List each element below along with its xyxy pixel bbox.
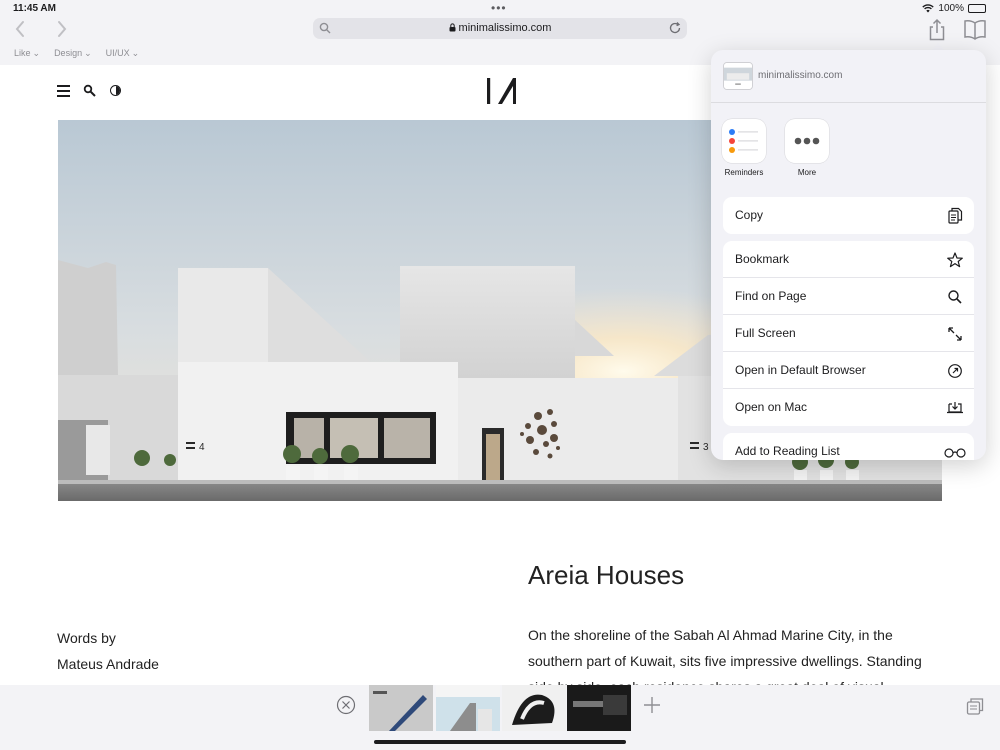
address-url: minimalissimo.com xyxy=(313,22,687,34)
chevron-right-icon xyxy=(58,21,67,37)
status-right: 100% xyxy=(922,3,986,14)
copy-icon xyxy=(948,207,963,224)
tab-thumbnail[interactable] xyxy=(369,685,433,731)
reload-icon[interactable] xyxy=(668,21,682,35)
favorites-bar: Like Design UI/UX xyxy=(14,48,139,59)
copy-action[interactable]: Copy xyxy=(723,197,974,234)
add-reading-list-action[interactable]: Add to Reading List xyxy=(723,433,974,460)
share-sheet: minimalissimo.com Reminders More Copy Bo… xyxy=(711,50,986,460)
share-site-name: minimalissimo.com xyxy=(758,70,843,81)
status-bar: 11:45 AM ••• 100% xyxy=(0,0,1000,18)
share-button[interactable] xyxy=(926,18,948,42)
action-label: Open on Mac xyxy=(735,400,808,414)
back-button[interactable] xyxy=(9,20,31,42)
search-icon[interactable] xyxy=(83,84,97,98)
share-app-reminders[interactable]: Reminders xyxy=(718,119,770,177)
bookmarks-button[interactable] xyxy=(962,18,988,42)
close-tab-icon[interactable] xyxy=(336,695,356,715)
compass-icon xyxy=(948,364,962,378)
favorite-folder[interactable]: Design xyxy=(54,48,92,59)
home-indicator[interactable] xyxy=(374,740,626,744)
menu-icon[interactable] xyxy=(57,85,70,97)
byline: Words by Mateus Andrade xyxy=(57,625,159,677)
action-label: Bookmark xyxy=(735,252,790,266)
tabs-overview-icon[interactable] xyxy=(965,696,985,716)
favorite-folder[interactable]: Like xyxy=(14,48,40,59)
action-label: Open in Default Browser xyxy=(735,363,866,377)
share-sheet-header: minimalissimo.com xyxy=(711,50,986,103)
laptop-icon xyxy=(947,402,963,414)
add-tab-icon[interactable] xyxy=(642,695,662,715)
wifi-icon xyxy=(922,4,935,13)
lock-icon xyxy=(449,23,456,32)
tab-thumbnail[interactable] xyxy=(436,685,500,731)
action-label: Copy xyxy=(735,208,764,222)
share-app-label: Reminders xyxy=(724,168,764,177)
multitasking-grabber[interactable]: ••• xyxy=(491,2,507,14)
actions-group: Bookmark Find on Page Full Screen Open i… xyxy=(723,241,974,426)
house-number: 4 xyxy=(199,442,205,453)
safari-window: 11:45 AM ••• 100% minimalissimo.com Like… xyxy=(0,0,1000,750)
find-on-page-action[interactable]: Find on Page xyxy=(723,278,974,315)
action-label: Full Screen xyxy=(735,326,796,340)
copy-group: Copy xyxy=(723,197,974,234)
contrast-toggle-icon[interactable] xyxy=(110,85,121,96)
reading-list-group: Add to Reading List xyxy=(723,433,974,460)
chevron-left-icon xyxy=(15,21,24,37)
favorite-folder[interactable]: UI/UX xyxy=(106,48,140,59)
status-time: 11:45 AM xyxy=(13,3,56,14)
search-icon xyxy=(948,290,962,304)
action-label: Find on Page xyxy=(735,289,807,303)
battery-percent: 100% xyxy=(938,3,964,14)
forward-button[interactable] xyxy=(51,20,73,42)
tab-thumbnail[interactable] xyxy=(567,685,631,731)
full-screen-action[interactable]: Full Screen xyxy=(723,315,974,352)
author-name[interactable]: Mateus Andrade xyxy=(57,651,159,677)
star-icon xyxy=(947,252,963,268)
open-default-browser-action[interactable]: Open in Default Browser xyxy=(723,352,974,389)
article-title: Areia Houses xyxy=(528,560,685,590)
open-on-mac-action[interactable]: Open on Mac xyxy=(723,389,974,426)
expand-icon xyxy=(948,327,962,341)
tab-strip xyxy=(0,685,1000,750)
share-app-more[interactable]: More xyxy=(781,119,833,177)
bookmark-action[interactable]: Bookmark xyxy=(723,241,974,278)
page-thumbnail xyxy=(723,62,753,90)
battery-icon xyxy=(968,4,986,13)
more-icon xyxy=(785,119,829,163)
glasses-icon xyxy=(944,448,966,458)
site-logo[interactable] xyxy=(484,76,518,106)
house-number: 3 xyxy=(703,442,709,453)
url-text: minimalissimo.com xyxy=(458,22,552,34)
address-bar[interactable]: minimalissimo.com xyxy=(313,18,687,39)
tab-thumbnail[interactable] xyxy=(502,685,566,731)
action-label: Add to Reading List xyxy=(735,444,840,458)
byline-label: Words by xyxy=(57,630,116,646)
reminders-icon xyxy=(722,119,766,163)
share-app-label: More xyxy=(797,168,817,177)
